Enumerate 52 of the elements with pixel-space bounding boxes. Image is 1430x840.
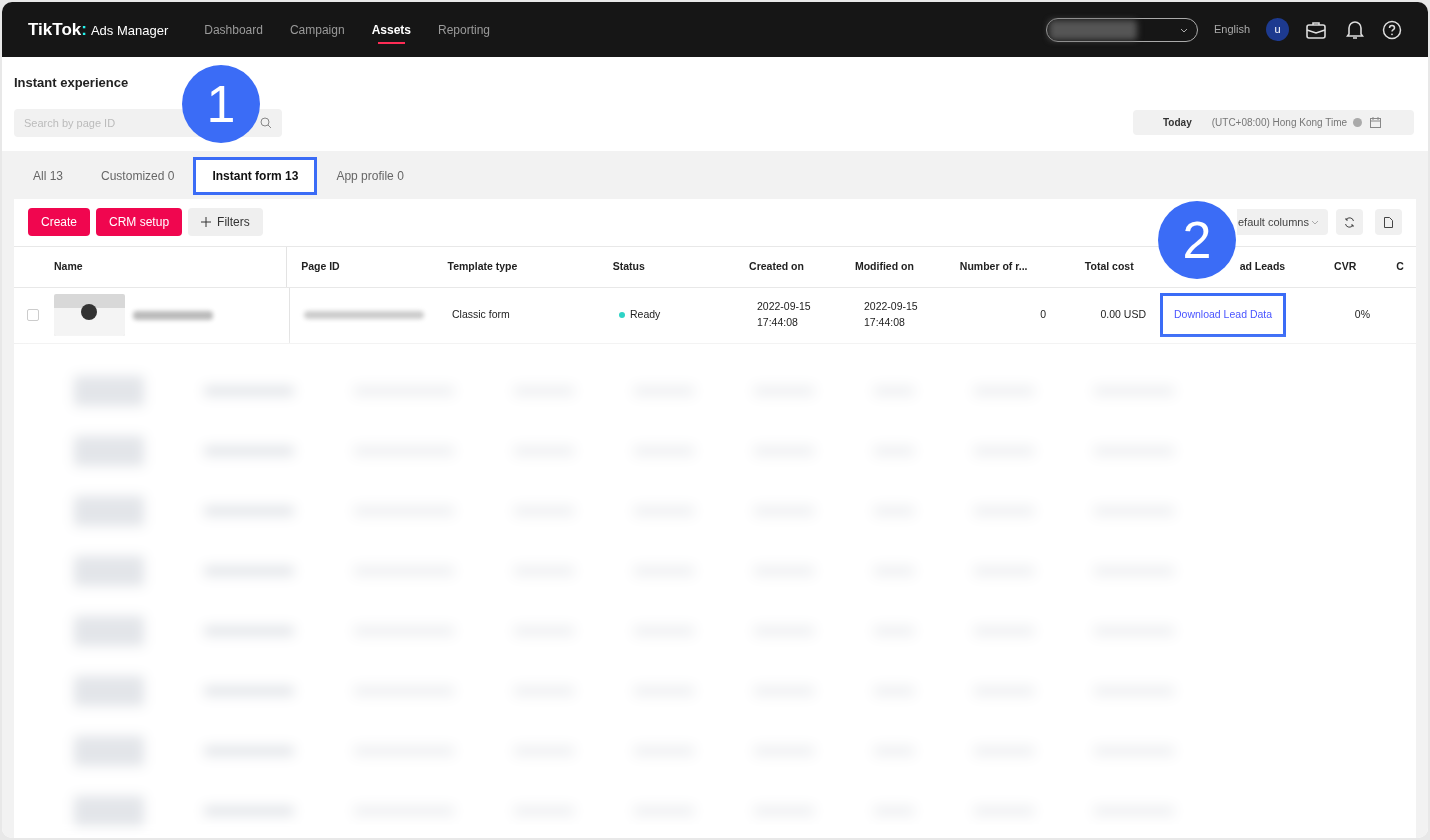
column-header[interactable]: Number of r... — [959, 258, 1028, 275]
filter-tab[interactable]: App profile 0 — [317, 156, 423, 195]
date-preset: Today — [1163, 116, 1192, 130]
column-header[interactable]: C — [1396, 258, 1404, 275]
filter-tab[interactable]: All 13 — [14, 156, 83, 195]
form-thumbnail — [54, 294, 125, 336]
refresh-button[interactable] — [1336, 209, 1363, 235]
download-lead-data-link[interactable]: Download Lead Data — [1160, 293, 1287, 337]
nav-tab[interactable]: Campaign — [289, 2, 345, 57]
nav-tab[interactable]: Dashboard — [204, 2, 263, 57]
column-header[interactable]: Total cost — [1084, 258, 1134, 275]
column-header[interactable]: Status — [612, 258, 645, 275]
timezone-label: (UTC+08:00) Hong Kong Time — [1211, 116, 1348, 130]
help-icon[interactable] — [1382, 19, 1402, 40]
number-cell: 0 — [1040, 308, 1046, 321]
created-date: 2022-09-15 17:44:08 — [757, 299, 812, 330]
column-header[interactable]: Template type — [447, 258, 518, 275]
column-header[interactable]: Name — [54, 258, 83, 275]
nav-tab[interactable]: Assets — [371, 2, 411, 57]
plus-icon — [201, 217, 212, 227]
columns-dropdown[interactable]: efault columns — [1237, 209, 1328, 235]
status-text: Ready — [630, 307, 661, 323]
bell-icon[interactable] — [1346, 19, 1364, 40]
total-cost: 0.00 USD — [1100, 308, 1146, 321]
refresh-icon — [1344, 216, 1355, 228]
filters-button[interactable]: Filters — [188, 208, 263, 236]
column-header[interactable]: CVR — [1334, 258, 1357, 275]
column-header[interactable]: Created on — [749, 258, 804, 275]
search-icon — [260, 116, 272, 129]
logo-subtitle: Ads Manager — [90, 22, 169, 41]
user-avatar[interactable]: u — [1266, 18, 1289, 41]
logo: TikTok: — [28, 18, 87, 41]
date-range-picker[interactable]: Today (UTC+08:00) Hong Kong Time — [1133, 110, 1414, 135]
primary-button[interactable]: CRM setup — [96, 208, 183, 236]
template-type: Classic form — [452, 308, 510, 321]
calendar-icon — [1370, 117, 1382, 128]
file-icon — [1384, 216, 1393, 228]
filter-tab[interactable]: Customized 0 — [82, 156, 194, 195]
filter-tab[interactable]: Instant form 13 — [193, 156, 318, 195]
cvr-cell: 0% — [1354, 308, 1370, 321]
column-header[interactable]: Modified on — [854, 258, 914, 275]
language-selector[interactable]: English — [1213, 21, 1250, 38]
info-icon — [1353, 118, 1363, 127]
page-title: Instant experience — [14, 74, 130, 92]
column-header[interactable]: Page ID — [301, 258, 340, 275]
briefcase-icon[interactable] — [1306, 20, 1326, 39]
modified-date: 2022-09-15 17:44:08 — [864, 299, 919, 330]
nav-tab[interactable]: Reporting — [438, 2, 491, 57]
column-header[interactable]: ad Leads — [1239, 258, 1286, 275]
row-checkbox[interactable] — [27, 309, 39, 321]
primary-button[interactable]: Create — [28, 208, 91, 236]
export-button[interactable] — [1375, 209, 1402, 235]
